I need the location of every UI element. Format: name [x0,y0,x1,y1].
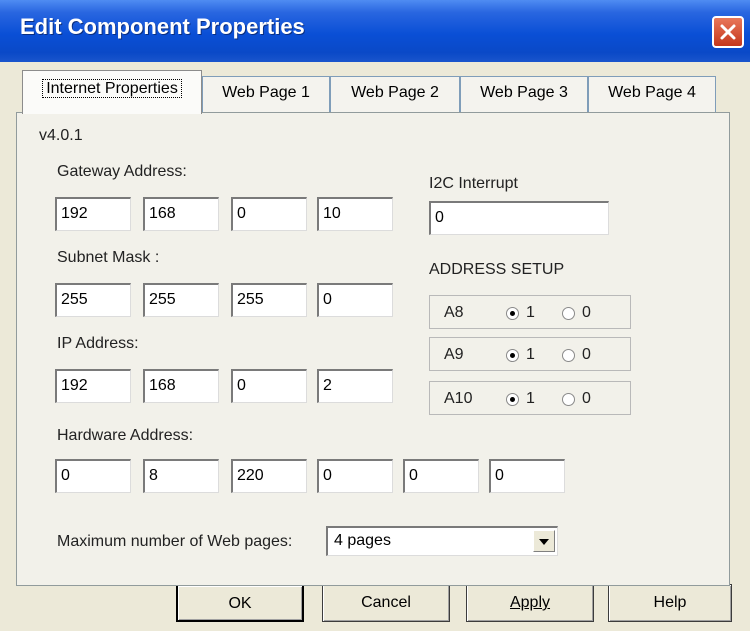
hardware-byte-6[interactable]: 0 [489,459,565,493]
tab-web-page-1[interactable]: Web Page 1 [202,76,330,112]
radio-label: 1 [526,346,535,363]
a10-radio-0[interactable] [562,393,575,406]
a9-radio-1[interactable] [506,349,519,362]
ip-label: IP Address: [57,335,139,352]
chevron-down-icon[interactable] [533,530,555,552]
tab-label: Web Page 3 [480,84,568,101]
subnet-octet-3[interactable]: 255 [231,283,307,317]
title-bar[interactable]: Edit Component Properties [0,0,750,62]
address-row-a8: A8 1 0 [429,295,631,329]
apply-button-label: Apply [509,594,551,611]
max-pages-label: Maximum number of Web pages: [57,533,293,550]
address-row-a9: A9 1 0 [429,337,631,371]
close-icon [720,24,736,40]
tab-web-page-3[interactable]: Web Page 3 [460,76,588,112]
subnet-octet-1[interactable]: 255 [55,283,131,317]
subnet-octet-2[interactable]: 255 [143,283,219,317]
ip-octet-2[interactable]: 168 [143,369,219,403]
ip-octet-1[interactable]: 192 [55,369,131,403]
gateway-label: Gateway Address: [57,163,187,180]
address-setup-label: ADDRESS SETUP [429,261,565,278]
radio-label: 1 [526,390,535,407]
tab-label: Web Page 2 [351,84,439,101]
tab-label: Internet Properties [42,79,182,98]
a8-radio-0[interactable] [562,307,575,320]
a10-radio-1[interactable] [506,393,519,406]
max-pages-select[interactable]: 4 pages [326,526,558,556]
ip-octet-3[interactable]: 0 [231,369,307,403]
tab-label: Web Page 1 [222,84,310,101]
close-button[interactable] [712,16,744,48]
cancel-button-label: Cancel [361,594,411,611]
ok-button[interactable]: OK [176,584,304,622]
i2c-label: I2C Interrupt [429,175,518,192]
address-row-label: A8 [444,304,464,321]
help-button[interactable]: Help [608,584,732,622]
tab-web-page-2[interactable]: Web Page 2 [330,76,460,112]
tab-label: Web Page 4 [608,84,696,101]
gateway-octet-4[interactable]: 10 [317,197,393,231]
address-row-label: A10 [444,390,473,407]
version-label: v4.0.1 [39,127,83,144]
gateway-octet-2[interactable]: 168 [143,197,219,231]
apply-button[interactable]: Apply [466,584,594,622]
a8-radio-1[interactable] [506,307,519,320]
ok-button-label: OK [228,595,252,612]
subnet-label: Subnet Mask : [57,249,160,266]
radio-label: 0 [582,304,591,321]
i2c-interrupt-field[interactable]: 0 [429,201,609,235]
gateway-octet-1[interactable]: 192 [55,197,131,231]
hardware-label: Hardware Address: [57,427,194,444]
radio-label: 0 [582,390,591,407]
a9-radio-0[interactable] [562,349,575,362]
radio-label: 0 [582,346,591,363]
hardware-byte-1[interactable]: 0 [55,459,131,493]
dialog-window: Edit Component Properties Internet Prope… [0,0,750,631]
hardware-byte-4[interactable]: 0 [317,459,393,493]
hardware-byte-2[interactable]: 8 [143,459,219,493]
gateway-octet-3[interactable]: 0 [231,197,307,231]
hardware-byte-3[interactable]: 220 [231,459,307,493]
radio-label: 1 [526,304,535,321]
tab-internet-properties[interactable]: Internet Properties [22,70,202,114]
subnet-octet-4[interactable]: 0 [317,283,393,317]
help-button-label: Help [653,594,687,611]
ip-octet-4[interactable]: 2 [317,369,393,403]
address-row-label: A9 [444,346,464,363]
cancel-button[interactable]: Cancel [322,584,450,622]
tab-web-page-4[interactable]: Web Page 4 [588,76,716,112]
tab-panel: v4.0.1 Gateway Address: 192 168 0 10 Sub… [16,112,730,586]
address-row-a10: A10 1 0 [429,381,631,415]
hardware-byte-5[interactable]: 0 [403,459,479,493]
max-pages-value: 4 pages [334,532,391,549]
window-title: Edit Component Properties [20,14,305,39]
